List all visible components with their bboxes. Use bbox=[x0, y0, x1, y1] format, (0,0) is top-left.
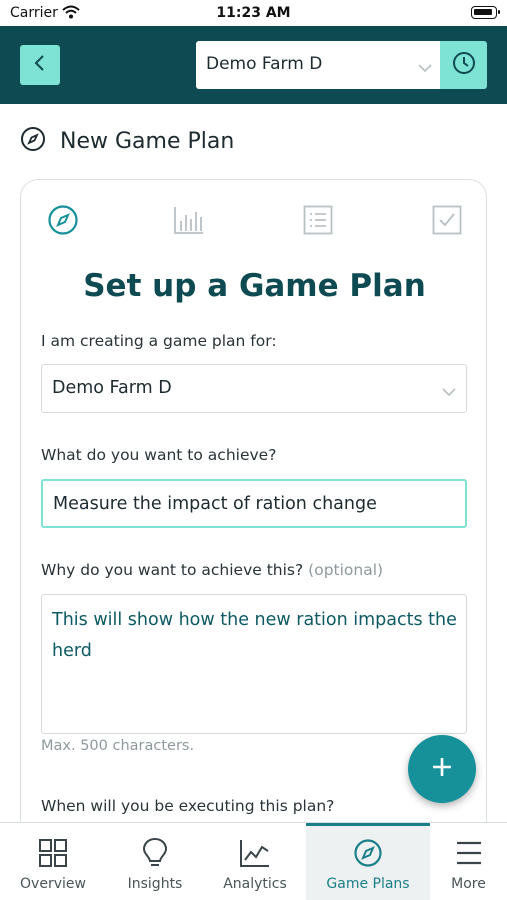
lightbulb-icon bbox=[142, 837, 168, 869]
compass-icon bbox=[47, 204, 79, 240]
tab-bar: Overview Insights Analytics Game Plans M… bbox=[0, 822, 507, 900]
chevron-left-icon bbox=[33, 54, 47, 76]
plus-icon bbox=[431, 756, 453, 782]
step-metrics[interactable] bbox=[171, 204, 207, 240]
page-title-row: New Game Plan bbox=[20, 124, 234, 158]
tab-game-plans-label: Game Plans bbox=[326, 876, 410, 892]
tab-analytics-label: Analytics bbox=[223, 876, 287, 892]
line-chart-icon bbox=[239, 837, 271, 869]
compass-icon bbox=[20, 126, 46, 156]
compass-icon bbox=[353, 837, 383, 869]
chevron-down-icon bbox=[418, 58, 432, 77]
farm-select-value: Demo Farm D bbox=[206, 54, 323, 74]
tab-more-label: More bbox=[451, 876, 486, 892]
list-icon bbox=[303, 205, 333, 239]
tab-overview-label: Overview bbox=[20, 876, 86, 892]
tab-game-plans[interactable]: Game Plans bbox=[306, 823, 430, 900]
tab-more[interactable]: More bbox=[430, 823, 507, 900]
farm-select[interactable]: Demo Farm D bbox=[196, 41, 440, 89]
back-button[interactable] bbox=[20, 45, 60, 85]
chevron-down-icon bbox=[442, 382, 456, 401]
step-review[interactable] bbox=[429, 204, 465, 240]
history-button[interactable] bbox=[440, 41, 487, 89]
battery-icon bbox=[471, 6, 500, 19]
step-indicator bbox=[21, 204, 488, 240]
optional-tag: (optional) bbox=[308, 561, 384, 579]
achieve-label: What do you want to achieve? bbox=[41, 446, 277, 464]
farm-for-select[interactable]: Demo Farm D bbox=[41, 364, 467, 413]
why-value: This will show how the new ration impact… bbox=[52, 610, 457, 661]
status-bar: Carrier 11:23 AM bbox=[0, 0, 507, 26]
tab-overview[interactable]: Overview bbox=[0, 823, 106, 900]
grid-icon bbox=[38, 837, 68, 869]
why-textarea[interactable]: This will show how the new ration impact… bbox=[41, 594, 467, 734]
app-header: Demo Farm D bbox=[0, 26, 507, 104]
step-goal[interactable] bbox=[45, 204, 81, 240]
checkbox-icon bbox=[432, 205, 462, 239]
why-label-text: Why do you want to achieve this? bbox=[41, 561, 304, 579]
achieve-input[interactable]: Measure the impact of ration change bbox=[41, 479, 467, 528]
status-time: 11:23 AM bbox=[216, 5, 291, 21]
clock-icon bbox=[452, 51, 476, 79]
char-limit-hint: Max. 500 characters. bbox=[41, 738, 195, 754]
tab-insights[interactable]: Insights bbox=[106, 823, 204, 900]
farm-for-value: Demo Farm D bbox=[52, 378, 172, 398]
step-actions[interactable] bbox=[300, 204, 336, 240]
for-label: I am creating a game plan for: bbox=[41, 332, 277, 350]
add-button[interactable] bbox=[408, 735, 476, 803]
page-title: New Game Plan bbox=[60, 128, 235, 154]
form-heading: Set up a Game Plan bbox=[83, 268, 426, 304]
achieve-value: Measure the impact of ration change bbox=[53, 494, 377, 514]
when-label: When will you be executing this plan? bbox=[41, 797, 335, 815]
bar-chart-icon bbox=[173, 205, 205, 239]
tab-insights-label: Insights bbox=[127, 876, 183, 892]
tab-analytics[interactable]: Analytics bbox=[204, 823, 306, 900]
menu-icon bbox=[455, 837, 483, 869]
why-label: Why do you want to achieve this? (option… bbox=[41, 561, 383, 579]
